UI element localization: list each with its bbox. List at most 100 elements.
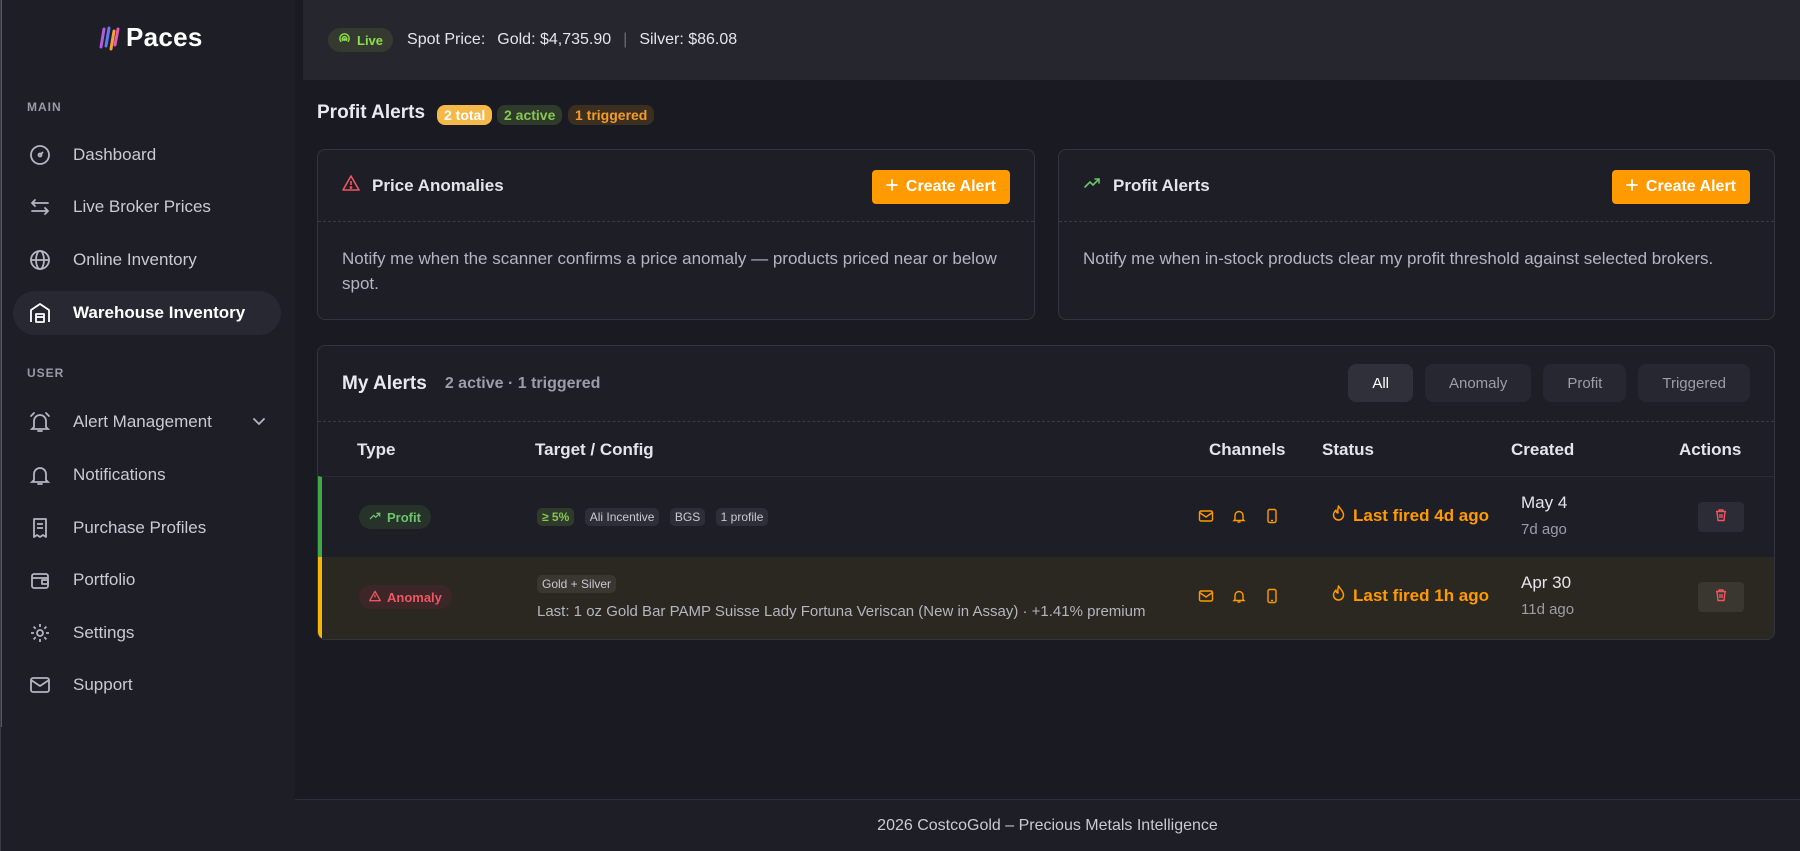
- filter-anomaly[interactable]: Anomaly: [1424, 364, 1532, 402]
- trending-up-icon: [369, 510, 381, 525]
- chevron-down-icon[interactable]: [251, 413, 267, 434]
- my-alerts-summary: 2 active · 1 triggered: [444, 374, 601, 392]
- sidebar-item-dashboard[interactable]: Dashboard: [13, 133, 281, 177]
- gauge-icon: [28, 143, 52, 167]
- globe-icon: [28, 248, 52, 272]
- column-header-actions: Actions: [1679, 440, 1742, 459]
- create-profit-alert-button[interactable]: Create Alert: [1611, 170, 1750, 204]
- column-header-type: Type: [357, 440, 396, 459]
- type-label: Profit: [387, 509, 421, 525]
- flame-icon: [1331, 585, 1346, 606]
- sidebar-item-label: Support: [73, 675, 133, 694]
- trending-up-icon: [1083, 174, 1101, 197]
- sidebar-item-support[interactable]: Support: [13, 663, 281, 707]
- column-header-target: Target / Config: [535, 440, 654, 459]
- triggered-badge: 1 triggered: [568, 105, 655, 125]
- logo-icon: [98, 25, 122, 51]
- sidebar-item-label: Dashboard: [73, 145, 157, 164]
- threshold-chip: ≥ 5%: [537, 508, 575, 526]
- gold-price: Gold: $4,735.90: [497, 31, 612, 48]
- filter-profit[interactable]: Profit: [1543, 364, 1627, 402]
- warning-icon: [369, 590, 381, 605]
- price-divider: |: [623, 31, 628, 48]
- email-channel-icon: [1198, 588, 1214, 609]
- sms-channel-icon: [1264, 508, 1280, 529]
- sms-channel-icon: [1264, 588, 1280, 609]
- section-user-label: USER: [27, 366, 65, 380]
- topbar: Live Spot Price: Gold: $4,735.90 | Silve…: [303, 0, 1800, 80]
- filter-all[interactable]: All: [1348, 364, 1413, 402]
- sidebar-item-settings[interactable]: Settings: [13, 611, 281, 655]
- trash-icon: [1714, 508, 1728, 527]
- sidebar-item-warehouse-inventory[interactable]: Warehouse Inventory: [13, 291, 281, 335]
- broadcast-icon: [338, 32, 351, 48]
- sidebar-item-label: Purchase Profiles: [73, 518, 207, 537]
- created-ago: 11d ago: [1521, 601, 1575, 618]
- status-text: Last fired 4d ago: [1353, 505, 1490, 525]
- silver-price: Silver: $86.08: [639, 31, 738, 48]
- metal-chip: Gold + Silver: [537, 575, 617, 593]
- arrows-icon: [28, 195, 52, 219]
- created-ago: 7d ago: [1521, 521, 1567, 538]
- table-row[interactable]: Profit ≥ 5% Ali Incentive BGS 1 profile …: [318, 476, 1774, 558]
- price-anomalies-card: Price Anomalies Create Alert Notify me w…: [317, 149, 1035, 320]
- profit-alerts-card: Profit Alerts Create Alert Notify me whe…: [1058, 149, 1775, 320]
- filter-triggered[interactable]: Triggered: [1638, 364, 1750, 402]
- sidebar-item-label: Alert Management: [73, 412, 212, 431]
- channels: [1198, 508, 1280, 529]
- sidebar-item-label: Live Broker Prices: [73, 197, 211, 216]
- receipt-icon: [28, 516, 52, 540]
- my-alerts-panel: My Alerts 2 active · 1 triggered All Ano…: [317, 345, 1775, 640]
- sidebar: Paces MAIN Dashboard Live Broker Prices …: [0, 0, 295, 851]
- wallet-icon: [28, 568, 52, 592]
- mail-icon: [28, 673, 52, 697]
- page-title: Profit Alerts: [317, 102, 426, 123]
- type-badge-anomaly: Anomaly: [359, 585, 452, 609]
- sidebar-item-alert-management[interactable]: Alert Management: [13, 400, 281, 444]
- broker-chip: Ali Incentive: [584, 508, 660, 526]
- push-channel-icon: [1231, 508, 1247, 529]
- column-header-status: Status: [1322, 440, 1374, 459]
- live-badge: Live: [328, 28, 394, 52]
- warehouse-icon: [28, 301, 52, 325]
- sidebar-item-label: Settings: [73, 623, 135, 642]
- delete-button[interactable]: [1698, 502, 1744, 532]
- main-content: Profit Alerts 2 total 2 active 1 trigger…: [295, 80, 1800, 800]
- spot-price-label: Spot Price:: [407, 31, 486, 48]
- plus-icon: [885, 178, 898, 196]
- live-label: Live: [357, 32, 384, 48]
- sidebar-item-purchase-profiles[interactable]: Purchase Profiles: [13, 506, 281, 550]
- sidebar-item-label: Portfolio: [73, 570, 136, 589]
- filter-tabs: All Anomaly Profit Triggered: [1348, 364, 1750, 402]
- type-label: Anomaly: [387, 589, 442, 605]
- table-row[interactable]: Anomaly Gold + Silver Last: 1 oz Gold Ba…: [318, 557, 1774, 639]
- sidebar-item-live-broker-prices[interactable]: Live Broker Prices: [13, 185, 281, 229]
- sidebar-item-label: Notifications: [73, 465, 166, 484]
- button-label: Create Alert: [905, 178, 996, 195]
- profile-chip: 1 profile: [715, 508, 769, 526]
- create-anomaly-alert-button[interactable]: Create Alert: [871, 170, 1010, 204]
- sidebar-item-label: Warehouse Inventory: [73, 303, 246, 322]
- sidebar-item-portfolio[interactable]: Portfolio: [13, 558, 281, 602]
- created: May 4 7d ago: [1521, 493, 1567, 538]
- sidebar-item-online-inventory[interactable]: Online Inventory: [13, 238, 281, 282]
- config-chips: Gold + Silver: [537, 575, 622, 593]
- email-channel-icon: [1198, 508, 1214, 529]
- created: Apr 30 11d ago: [1521, 573, 1574, 618]
- bell-icon: [28, 463, 52, 487]
- last-match-detail: Last: 1 oz Gold Bar PAMP Suisse Lady For…: [537, 603, 1146, 620]
- button-label: Create Alert: [1645, 178, 1736, 195]
- created-date: May 4: [1521, 493, 1568, 512]
- brand-name: Paces: [126, 22, 203, 52]
- active-badge: 2 active: [497, 105, 563, 125]
- status: Last fired 1h ago: [1331, 585, 1489, 606]
- logo[interactable]: Paces: [98, 22, 203, 53]
- section-main-label: MAIN: [27, 100, 62, 114]
- sidebar-item-notifications[interactable]: Notifications: [13, 453, 281, 497]
- delete-button[interactable]: [1698, 582, 1744, 612]
- alarm-icon: [28, 410, 52, 434]
- status-text: Last fired 1h ago: [1353, 585, 1490, 605]
- type-badge-profit: Profit: [359, 505, 431, 529]
- sidebar-item-label: Online Inventory: [73, 250, 197, 269]
- card-title: Profit Alerts: [1113, 175, 1210, 195]
